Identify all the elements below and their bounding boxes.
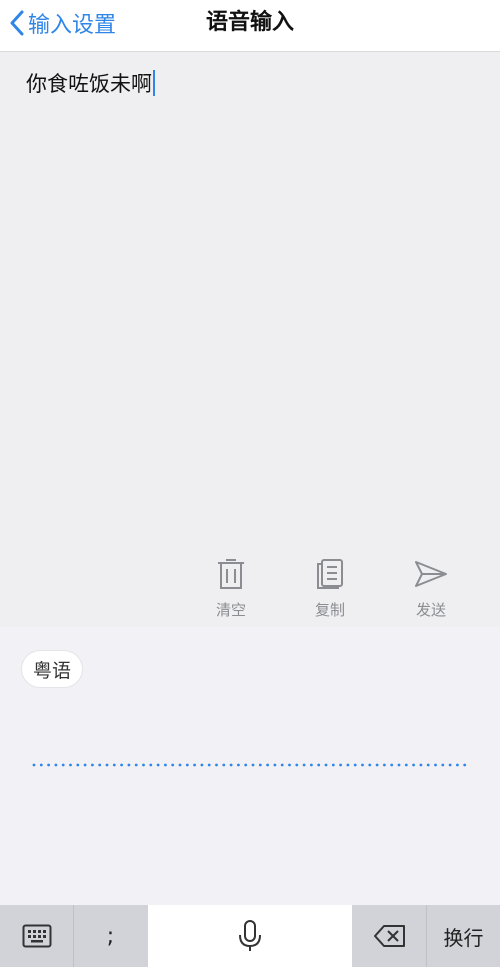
- return-key[interactable]: 换行: [427, 905, 500, 967]
- waveform-dot: [397, 763, 401, 767]
- waveform-dot: [317, 763, 321, 767]
- waveform-dot: [251, 763, 255, 767]
- waveform-dot: [404, 763, 408, 767]
- waveform-dot: [419, 763, 423, 767]
- waveform-dot: [98, 763, 102, 767]
- waveform-dot: [112, 763, 116, 767]
- copy-label: 复制: [314, 601, 345, 619]
- waveform-dot: [280, 763, 284, 767]
- waveform-dot: [426, 763, 430, 767]
- keyboard-toolbar: ; 换行: [0, 905, 500, 967]
- waveform-dot: [134, 763, 138, 767]
- waveform-dot: [383, 763, 386, 767]
- clear-button[interactable]: 清空: [201, 557, 261, 620]
- waveform-dot: [171, 763, 175, 767]
- waveform-dot: [346, 763, 350, 767]
- back-button-label: 输入设置: [28, 13, 117, 38]
- waveform-dot: [441, 763, 445, 767]
- keyboard-icon: [22, 924, 51, 948]
- waveform-dot: [47, 763, 50, 767]
- waveform-dot: [149, 763, 153, 767]
- waveform-dot: [215, 763, 218, 767]
- waveform-dot: [302, 763, 306, 767]
- waveform-dot: [69, 763, 72, 767]
- waveform-dot: [353, 763, 357, 767]
- waveform-dot: [463, 763, 467, 767]
- waveform-dot: [193, 763, 197, 767]
- waveform-dot: [295, 763, 299, 767]
- waveform-dot: [237, 763, 240, 767]
- recognized-text: 你食咗饭未啊: [26, 68, 155, 98]
- waveform-dot: [142, 763, 145, 767]
- language-label: 粤语: [32, 659, 71, 682]
- waveform-dot: [178, 763, 182, 767]
- waveform-dot: [339, 763, 342, 767]
- waveform-dot: [54, 763, 58, 767]
- waveform-dot: [120, 763, 123, 767]
- waveform-dot: [448, 763, 452, 767]
- waveform-dot: [310, 763, 313, 767]
- waveform-dot: [83, 763, 87, 767]
- waveform-dot: [207, 763, 211, 767]
- waveform-dot: [456, 763, 459, 767]
- waveform-dot: [434, 763, 437, 767]
- waveform-dot: [390, 763, 394, 767]
- keyboard-switch-button[interactable]: [0, 905, 73, 967]
- text-editor[interactable]: 你食咗饭未啊 清空 复制 发送: [0, 52, 500, 627]
- waveform-dot: [273, 763, 277, 767]
- trash-icon: [218, 559, 244, 589]
- send-label: 发送: [415, 601, 446, 619]
- waveform-dot: [39, 763, 43, 767]
- waveform-dot: [185, 763, 189, 767]
- waveform-dot: [412, 763, 415, 767]
- send-icon: [415, 561, 447, 587]
- waveform-dot: [258, 763, 262, 767]
- copy-icon: [317, 559, 343, 589]
- microphone-icon: [239, 920, 261, 951]
- microphone-button[interactable]: [148, 905, 352, 967]
- waveform-dot: [361, 763, 364, 767]
- waveform-dot: [164, 763, 167, 767]
- waveform-dot: [32, 763, 36, 767]
- waveform-dot: [105, 763, 109, 767]
- waveform-dot: [368, 763, 372, 767]
- voice-waveform: [32, 763, 467, 767]
- waveform-dot: [229, 763, 233, 767]
- delete-button[interactable]: [353, 905, 426, 967]
- copy-button[interactable]: 复制: [300, 557, 360, 620]
- waveform-dot: [222, 763, 226, 767]
- waveform-dot: [76, 763, 80, 767]
- semicolon-key[interactable]: ;: [74, 905, 147, 967]
- waveform-dot: [200, 763, 204, 767]
- waveform-dot: [331, 763, 335, 767]
- send-button[interactable]: 发送: [401, 557, 461, 620]
- waveform-dot: [91, 763, 94, 767]
- voice-panel: 粤语: [0, 627, 500, 905]
- waveform-dot: [156, 763, 160, 767]
- recognized-text-value: 你食咗饭未啊: [26, 72, 152, 96]
- waveform-dot: [375, 763, 379, 767]
- waveform-dot: [61, 763, 65, 767]
- waveform-dot: [324, 763, 328, 767]
- delete-icon: [373, 925, 405, 947]
- back-button[interactable]: 输入设置: [10, 0, 116, 46]
- waveform-dot: [266, 763, 269, 767]
- chevron-left-icon: [10, 10, 24, 36]
- clear-label: 清空: [215, 601, 246, 619]
- waveform-dot: [244, 763, 248, 767]
- language-selector[interactable]: 粤语: [21, 650, 83, 688]
- waveform-dot: [127, 763, 131, 767]
- navigation-bar: 输入设置 语音输入: [0, 0, 500, 52]
- text-caret: [153, 70, 155, 96]
- waveform-dot: [288, 763, 291, 767]
